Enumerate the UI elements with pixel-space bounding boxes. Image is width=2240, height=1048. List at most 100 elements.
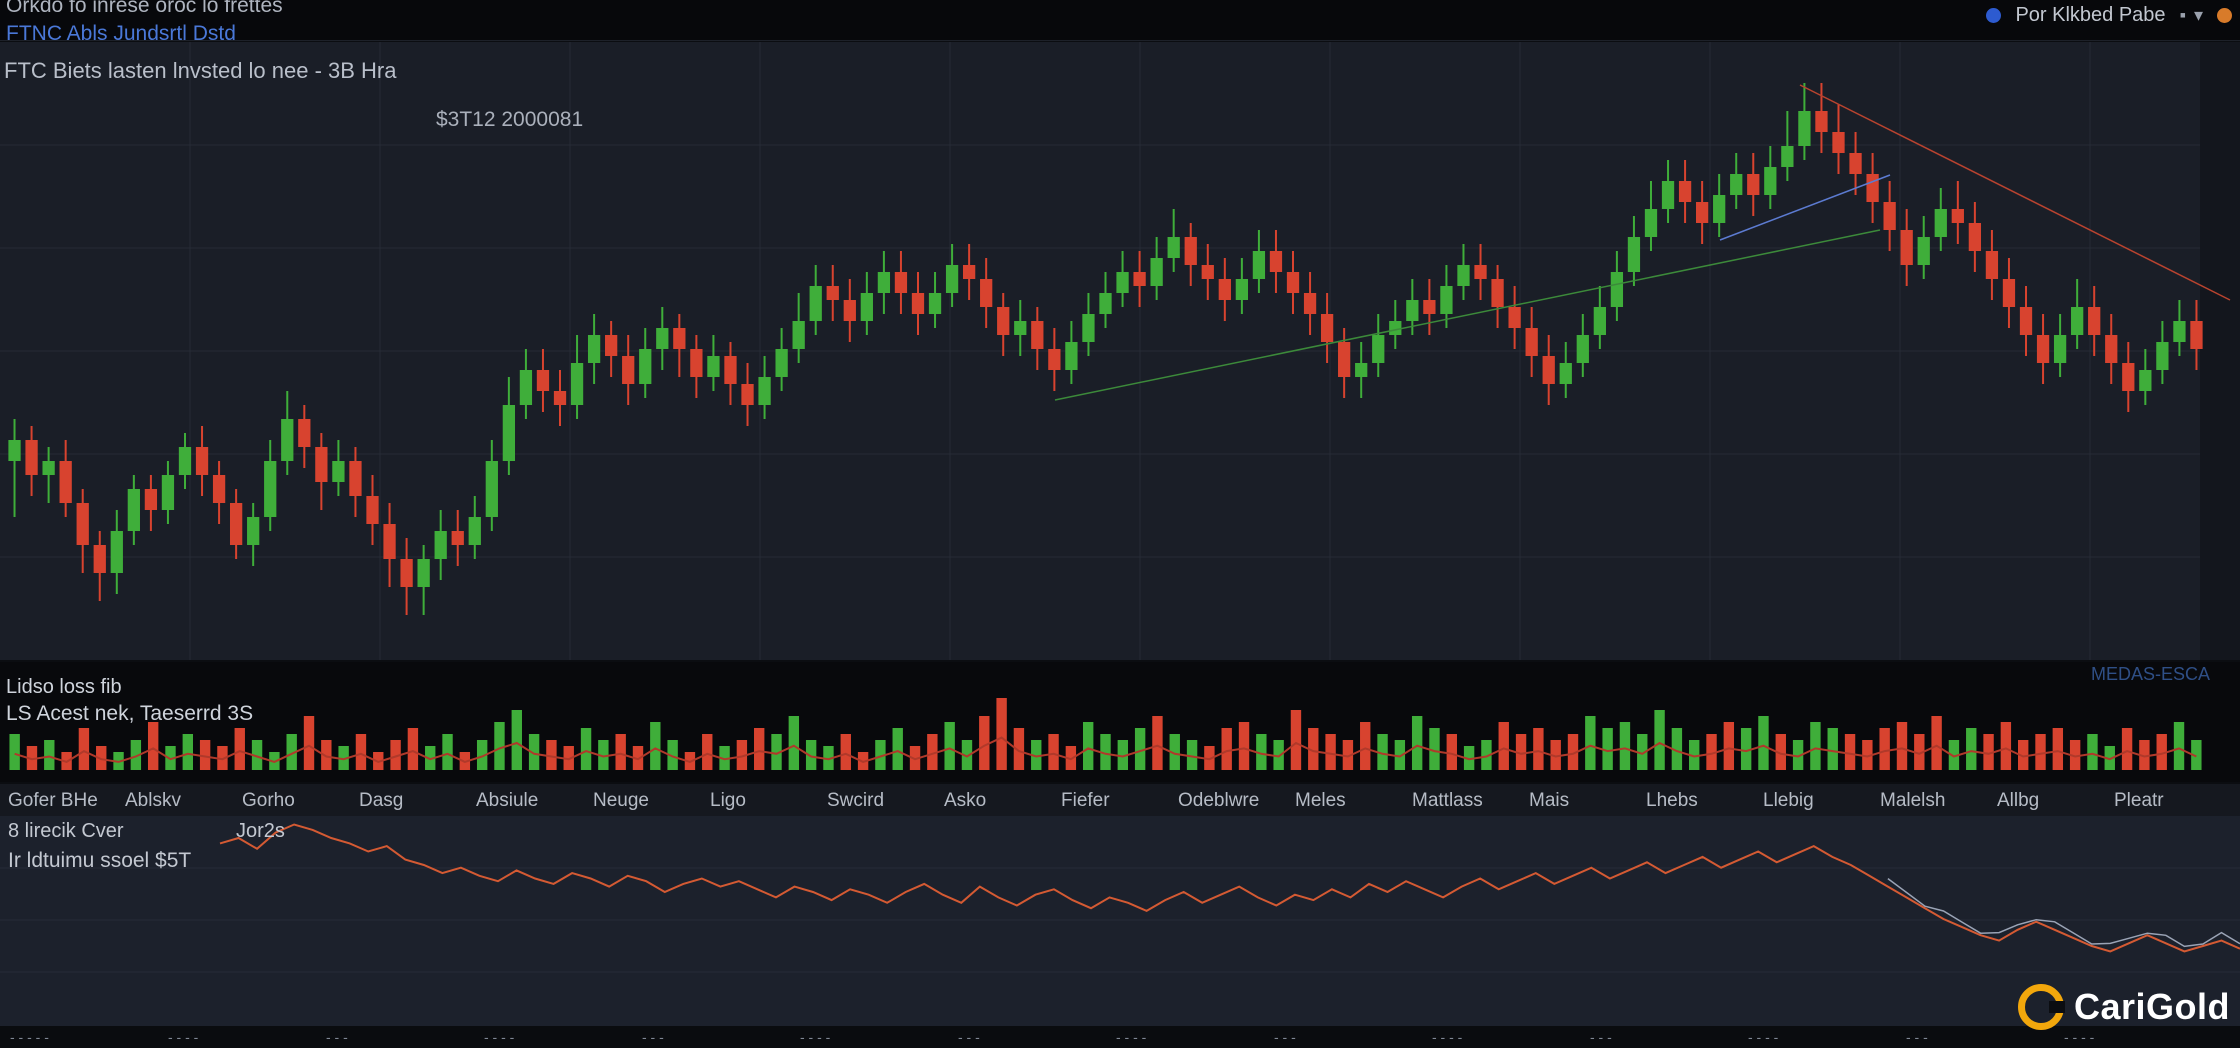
volume-bar (2052, 728, 2064, 770)
candle-body (945, 265, 959, 293)
candle-body (315, 447, 328, 482)
x-axis-label: Mattlass (1412, 790, 1483, 811)
candle-body (1048, 349, 1061, 370)
volume-bar (2173, 722, 2185, 770)
volume-bar (1931, 716, 1942, 770)
volume-bar (494, 722, 505, 770)
x-axis-label: Gorho (242, 790, 295, 811)
x-axis-label: Asko (944, 790, 987, 811)
candle-body (690, 349, 703, 377)
bottom-time-axis: - - - - -- - - -- - -- - - -- - -- - - -… (0, 1026, 2240, 1048)
candle-body (2173, 321, 2186, 342)
candle-body (2105, 335, 2118, 363)
volume-bar (754, 728, 765, 770)
x-axis-label: Ablskv (125, 790, 181, 811)
volume-bar (1966, 728, 1977, 770)
bottom-axis-tick: - - - - (1116, 1029, 1147, 1045)
candle-body (1201, 265, 1214, 279)
candle-body (298, 419, 311, 447)
candle-body (1730, 174, 1743, 195)
candle-body (2019, 307, 2033, 335)
candle-body (997, 307, 1010, 335)
oscillator-title: 8 lirecik Cver (8, 820, 124, 842)
volume-bar (2035, 734, 2046, 770)
candle-body (536, 370, 550, 391)
candle-body (1320, 314, 1334, 342)
candle-body (1150, 258, 1163, 286)
candle-body (485, 461, 498, 517)
candle-body (1627, 237, 1641, 272)
candle-body (1440, 286, 1453, 314)
x-axis-labels: Gofer BHe Ablskv Gorho Dasg Absiule Neuge Ligo… (0, 784, 2240, 814)
candle-body (570, 363, 584, 405)
candle-body (2190, 321, 2203, 349)
candle-body (1985, 251, 1999, 279)
volume-bar (1290, 710, 1302, 770)
candle-body (673, 328, 686, 349)
candle-body (195, 447, 209, 475)
volume-bar (1654, 710, 1665, 770)
volume-bar (303, 716, 315, 770)
candle-body (741, 384, 754, 405)
candle-body (1747, 174, 1760, 195)
candle-body (843, 300, 856, 321)
volume-bar (1360, 722, 1371, 770)
candle-body (178, 447, 192, 475)
candle-body (724, 356, 737, 384)
oscillator-subtitle: Ir ldtuimu ssoel $5T (8, 849, 192, 872)
candle-body (42, 461, 55, 475)
candle-body (809, 286, 822, 321)
volume-bar (78, 728, 90, 770)
candle-body (417, 559, 430, 587)
candle-body (553, 391, 567, 405)
brand-mark-icon (2017, 984, 2065, 1030)
x-axis-label: Odeblwre (1178, 790, 1260, 811)
candle-body (622, 356, 635, 384)
bottom-axis-tick: - - - - - (10, 1029, 49, 1045)
brand-logo: CariGold (2017, 984, 2230, 1030)
volume-bar (407, 728, 419, 770)
candle-body (25, 440, 38, 475)
volume-bar (1498, 722, 1509, 770)
candle-body (1133, 272, 1146, 286)
x-axis-label: Malelsh (1880, 790, 1946, 811)
candle-body (383, 524, 396, 559)
x-axis-label: Gofer BHe (8, 790, 98, 811)
candle-body (1713, 195, 1726, 223)
volume-bar (511, 710, 522, 770)
candle-body (1525, 328, 1538, 356)
volume-bar (1619, 722, 1631, 770)
bottom-axis-tick: - - - (1590, 1029, 1612, 1045)
volume-bar (2121, 728, 2133, 770)
candle-body (2071, 307, 2084, 335)
candle-body (656, 328, 669, 349)
volume-bar (840, 734, 851, 770)
candle-body (1508, 307, 1521, 328)
candle-body (1303, 293, 1317, 314)
candle-body (911, 293, 925, 314)
candle-body (1900, 230, 1913, 265)
candle-body (2139, 370, 2152, 391)
candle-body (1269, 251, 1283, 272)
candle-body (1235, 279, 1249, 300)
candle-body (877, 272, 891, 293)
bottom-axis-tick: - - - (1274, 1029, 1296, 1045)
candle-body (758, 377, 771, 405)
candle-body (1031, 321, 1044, 349)
candle-body (1355, 363, 1368, 377)
bottom-axis-tick: - - - - (168, 1029, 199, 1045)
volume-bar (615, 734, 626, 770)
candle-body (1372, 335, 1385, 363)
candle-body (2036, 335, 2050, 363)
volume-bar (1758, 716, 1769, 770)
candle-body (1764, 167, 1777, 195)
candle-body (962, 265, 976, 279)
candle-body (1832, 132, 1845, 153)
volume-right-label: MEDAS-ESCA (2090, 664, 2210, 684)
volume-bar (1048, 734, 1059, 770)
volume-bar (2000, 722, 2012, 770)
volume-bar (650, 722, 661, 770)
volume-bar (44, 740, 55, 770)
x-axis-label: Meles (1295, 790, 1346, 811)
volume-bar (1221, 728, 1232, 770)
